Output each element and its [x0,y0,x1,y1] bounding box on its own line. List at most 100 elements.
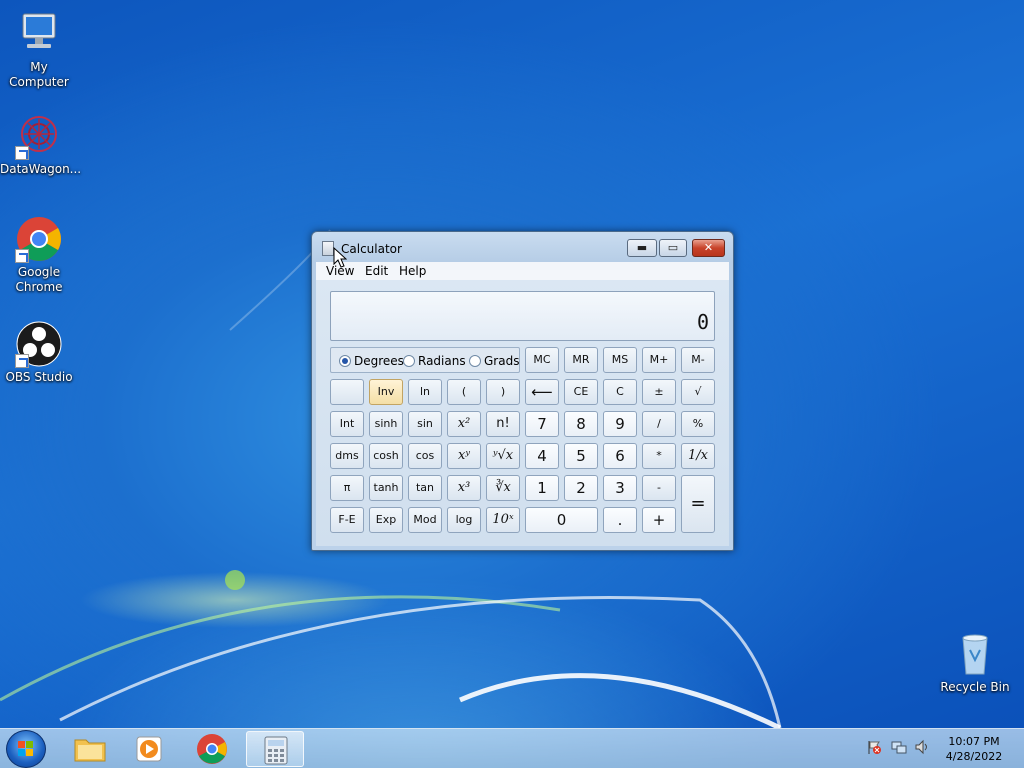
minimize-button[interactable]: ▬ [627,239,657,257]
calculator-icon [264,736,288,765]
taskbar-calculator[interactable] [246,731,304,767]
key-cos[interactable]: cos [408,443,442,469]
clock-time: 10:07 PM [948,735,1000,748]
key-sin[interactable]: sin [408,411,442,437]
desktop-icon-datawagon[interactable]: DataWagon... [0,112,82,177]
key-2[interactable]: 2 [564,475,598,501]
result-display: 0 [330,291,715,341]
calculator-window: Calculator ▬ ▭ ✕ View Edit Help 0 Degree… [311,231,734,551]
key-log[interactable]: log [447,507,481,533]
key-blank [330,379,364,405]
key-mr[interactable]: MR [564,347,598,373]
key-cube-root[interactable]: ∛x [486,475,520,501]
key-divide[interactable]: / [642,411,676,437]
key-4[interactable]: 4 [525,443,559,469]
key-percent[interactable]: % [681,411,715,437]
shortcut-arrow-icon [15,249,29,263]
system-clock[interactable]: 10:07 PM 4/28/2022 [932,734,1016,764]
network-icon[interactable] [891,739,907,755]
windows-logo-icon [18,741,33,756]
desktop-icon-my-computer[interactable]: My Computer [0,10,78,90]
close-button[interactable]: ✕ [692,239,725,257]
chrome-icon [197,734,227,764]
key-x-squared[interactable]: x² [447,411,481,437]
key-y-root-x[interactable]: ʸ√x [486,443,520,469]
recycle-bin-icon [951,630,999,678]
action-center-flag-icon[interactable] [866,739,882,755]
display-value: 0 [696,310,709,334]
key-add[interactable]: + [642,507,676,533]
key-m-plus[interactable]: M+ [642,347,676,373]
key-reciprocal[interactable]: 1/x [681,443,715,469]
radio-selected-icon [339,355,351,367]
media-player-icon [136,736,162,762]
desktop-icon-obs-studio[interactable]: OBS Studio [0,320,78,385]
radio-grads[interactable]: Grads [469,354,519,368]
desktop-icon-label: Google Chrome [15,265,63,294]
key-mc[interactable]: MC [525,347,559,373]
key-7[interactable]: 7 [525,411,559,437]
key-factorial[interactable]: n! [486,411,520,437]
key-exp[interactable]: Exp [369,507,403,533]
key-0[interactable]: 0 [525,507,598,533]
taskbar-chrome[interactable] [184,731,240,767]
key-f-e[interactable]: F-E [330,507,364,533]
desktop-icon-label: DataWagon... [0,162,82,176]
maximize-button[interactable]: ▭ [659,239,687,257]
key-dms[interactable]: dms [330,443,364,469]
key-ln[interactable]: ln [408,379,442,405]
computer-icon [15,10,63,58]
key-ce[interactable]: CE [564,379,598,405]
key-3[interactable]: 3 [603,475,637,501]
key-inv[interactable]: Inv [369,379,403,405]
key-subtract[interactable]: - [642,475,676,501]
radio-degrees[interactable]: Degrees [339,354,404,368]
key-ten-power-x[interactable]: 10ˣ [486,507,520,533]
key-9[interactable]: 9 [603,411,637,437]
key-cosh[interactable]: cosh [369,443,403,469]
radio-radians[interactable]: Radians [403,354,466,368]
key-8[interactable]: 8 [564,411,598,437]
key-plus-minus[interactable]: ± [642,379,676,405]
key-ms[interactable]: MS [603,347,637,373]
key-equals[interactable]: = [681,475,715,533]
desktop-icon-recycle-bin[interactable]: Recycle Bin [936,630,1014,695]
key-sinh[interactable]: sinh [369,411,403,437]
folder-icon [74,739,106,762]
key-mod[interactable]: Mod [408,507,442,533]
key-pi[interactable]: π [330,475,364,501]
minimize-icon: ▬ [636,241,648,254]
key-backspace[interactable]: ⟵ [525,379,559,405]
key-close-paren[interactable]: ) [486,379,520,405]
key-c[interactable]: C [603,379,637,405]
clock-date: 4/28/2022 [945,750,1003,763]
volume-icon[interactable] [914,739,930,755]
angle-mode-group: Degrees Radians Grads [330,347,520,373]
key-open-paren[interactable]: ( [447,379,481,405]
key-tanh[interactable]: tanh [369,475,403,501]
key-5[interactable]: 5 [564,443,598,469]
menu-edit[interactable]: Edit [365,264,388,278]
key-x-power-y[interactable]: xʸ [447,443,481,469]
taskbar-file-explorer[interactable] [62,731,118,767]
key-6[interactable]: 6 [603,443,637,469]
mouse-cursor-icon [333,247,347,268]
maximize-icon: ▭ [667,241,679,254]
key-1[interactable]: 1 [525,475,559,501]
menu-help[interactable]: Help [399,264,426,278]
datawagon-icon [15,112,63,160]
taskbar: 10:07 PM 4/28/2022 [0,728,1024,768]
key-m-minus[interactable]: M- [681,347,715,373]
radio-icon [403,355,415,367]
taskbar-media-player[interactable] [122,731,178,767]
title-bar[interactable]: Calculator ▬ ▭ ✕ [312,232,733,262]
start-button[interactable] [6,730,46,768]
key-multiply[interactable]: * [642,443,676,469]
key-sqrt[interactable]: √ [681,379,715,405]
calculator-body: 0 Degrees Radians Grads MC MR MS M+ M- I… [316,280,729,546]
key-decimal[interactable]: . [603,507,637,533]
key-x-cubed[interactable]: x³ [447,475,481,501]
key-int[interactable]: Int [330,411,364,437]
desktop-icon-google-chrome[interactable]: Google Chrome [0,215,78,295]
key-tan[interactable]: tan [408,475,442,501]
